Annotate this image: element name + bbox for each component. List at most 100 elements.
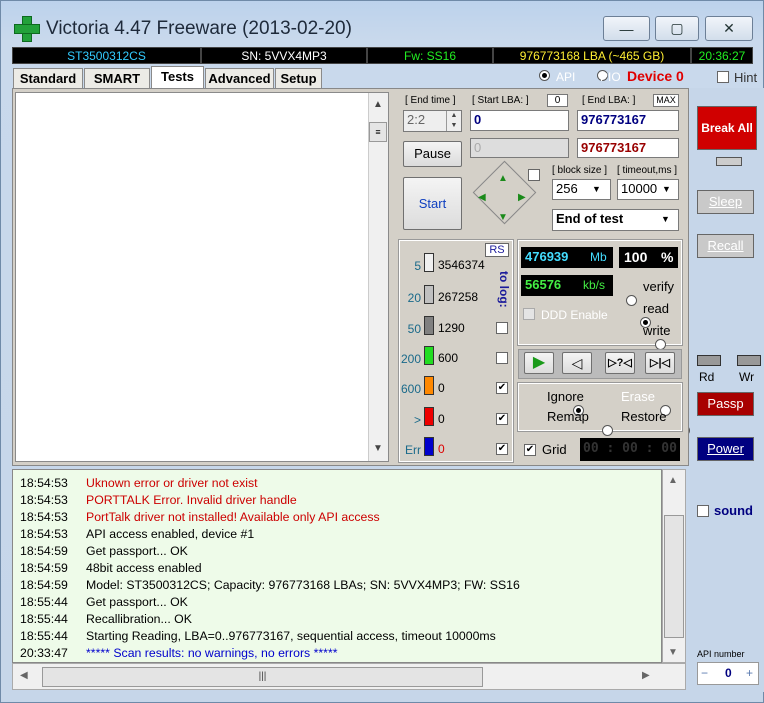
rs-button[interactable]: RS [485,243,509,257]
verify-radio[interactable] [626,295,637,306]
end-lba-field[interactable]: 976773167 [577,110,679,131]
tab-smart[interactable]: SMART [84,68,150,88]
ddd-checkbox[interactable] [523,308,535,320]
log-scroll-left-icon[interactable]: ◀ [20,670,28,681]
log-latency-checkbox[interactable]: ✔ [496,413,508,425]
scroll-thumb[interactable]: ≡ [369,122,387,142]
sound-checkbox[interactable] [697,505,709,517]
log-scroll-right-icon[interactable]: ▶ [642,670,650,681]
minimize-button[interactable]: — [603,16,650,41]
arrow-right-icon[interactable]: ▶ [518,192,526,203]
latency-color-swatch [424,285,434,304]
pause-button[interactable]: Pause [403,141,462,167]
log-message: 48bit access enabled [86,561,202,575]
start-lba-zero-button[interactable]: 0 [547,94,568,107]
log-entry: 18:54:53 PORTTALK Error. Invalid driver h… [13,492,661,509]
end-time-spinner-icon[interactable]: ▲ ▼ [446,111,461,131]
read-label: read [643,301,670,316]
latency-threshold: 200 [400,352,421,366]
log-message: Uknown error or driver not exist [86,476,258,490]
latency-threshold: 20 [407,291,421,305]
timeout-dropdown-icon[interactable]: ▼ [662,184,671,194]
log-message: PORTTALK Error. Invalid driver handle [86,493,297,507]
drive-capacity: 976773168 LBA (~465 GB) [493,47,691,64]
scroll-up-icon[interactable]: ▲ [373,99,383,110]
log-latency-checkbox[interactable]: ✔ [496,382,508,394]
clock: 20:36:27 [691,47,753,64]
log-scroll-thumb[interactable] [664,515,684,638]
latency-count: 0 [438,412,445,426]
latency-count: 1290 [438,321,465,335]
arrow-left-icon[interactable]: ◀ [478,192,486,203]
api-number-increment-icon[interactable]: + [746,666,753,680]
write-label: write [643,323,671,338]
block-size-select[interactable]: 256 [552,179,611,200]
grid-checkbox[interactable]: ✔ [524,444,536,456]
log-scroll-up-icon[interactable]: ▲ [668,475,678,486]
sleep-button[interactable]: Sleep [697,190,754,214]
event-log: 18:54:53 Uknown error or driver not exist… [12,469,662,663]
passp-button[interactable]: Passp [697,392,754,416]
side-panel [690,88,764,692]
log-time: 18:55:44 [20,629,68,643]
log-scroll-down-icon[interactable]: ▼ [668,647,678,658]
random-seek-icon[interactable]: ▷?◁ [605,352,635,374]
log-message: Get passport... OK [86,595,188,609]
current-end-lba-field: 976773167 [577,138,679,158]
end-mode-select[interactable]: End of test [552,209,679,231]
block-size-dropdown-icon[interactable]: ▼ [592,184,601,194]
log-message: Model: ST3500312CS; Capacity: 976773168 … [86,578,520,592]
drive-model: ST3500312CS [12,47,201,64]
log-time: 18:54:59 [20,561,68,575]
api-number-decrement-icon[interactable]: − [701,666,708,680]
remap-radio[interactable] [601,425,613,436]
log-time: 18:54:53 [20,527,68,541]
log-latency-checkbox[interactable]: ✔ [496,443,508,455]
end-mode-dropdown-icon[interactable]: ▼ [661,214,670,224]
api-label: API [556,70,576,84]
start-lba-field[interactable]: 0 [470,110,569,131]
tab-standard[interactable]: Standard [13,68,83,88]
log-entry: 18:54:59 48bit access enabled [13,560,661,577]
log-latency-checkbox[interactable] [496,322,508,334]
butterfly-icon[interactable]: ▷|◁ [645,352,675,374]
percent-unit: % [661,249,674,265]
log-entry: 18:54:53 Uknown error or driver not exist [13,475,661,492]
latency-color-swatch [424,346,434,365]
maximize-button[interactable]: ▢ [655,16,699,41]
recall-button[interactable]: Recall [697,234,754,258]
latency-count: 267258 [438,290,479,304]
speed-unit: kb/s [583,278,606,292]
play-icon[interactable]: ▶ [524,352,554,374]
tab-setup[interactable]: Setup [275,68,322,88]
restore-label: Restore [621,409,667,424]
arrow-up-icon[interactable]: ▲ [498,173,508,184]
power-button[interactable]: Power [697,437,754,461]
scroll-down-icon[interactable]: ▼ [373,443,383,454]
pio-label: PIO [600,70,621,84]
log-hscroll-thumb[interactable]: ||| [42,667,483,687]
latency-threshold: 50 [407,322,421,336]
direction-checkbox[interactable] [528,169,540,181]
api-radio[interactable] [539,70,550,81]
close-button[interactable]: ✕ [705,16,753,41]
block-size-label: [ block size ] [552,165,608,176]
latency-count: 3546374 [438,258,485,272]
tab-tests[interactable]: Tests [151,66,204,89]
hint-checkbox[interactable] [717,71,729,83]
arrow-down-icon[interactable]: ▼ [498,212,508,223]
end-lba-max-button[interactable]: MAX [653,94,679,107]
tab-advanced[interactable]: Advanced [205,68,274,88]
start-button[interactable]: Start [403,177,462,230]
scan-map-scrollbar[interactable] [368,93,388,461]
log-message: Get passport... OK [86,544,188,558]
start-lba-label: [ Start LBA: ] [472,95,529,106]
latency-color-swatch [424,437,434,456]
log-entry: 20:33:47 ***** Scan results: no warnings,… [13,645,661,662]
rewind-icon[interactable]: ◁ [562,352,592,374]
log-latency-checkbox[interactable] [496,352,508,364]
latency-count: 0 [438,442,445,456]
break-indicator [716,157,742,166]
break-all-button[interactable]: Break All [697,106,757,150]
latency-count: 0 [438,381,445,395]
